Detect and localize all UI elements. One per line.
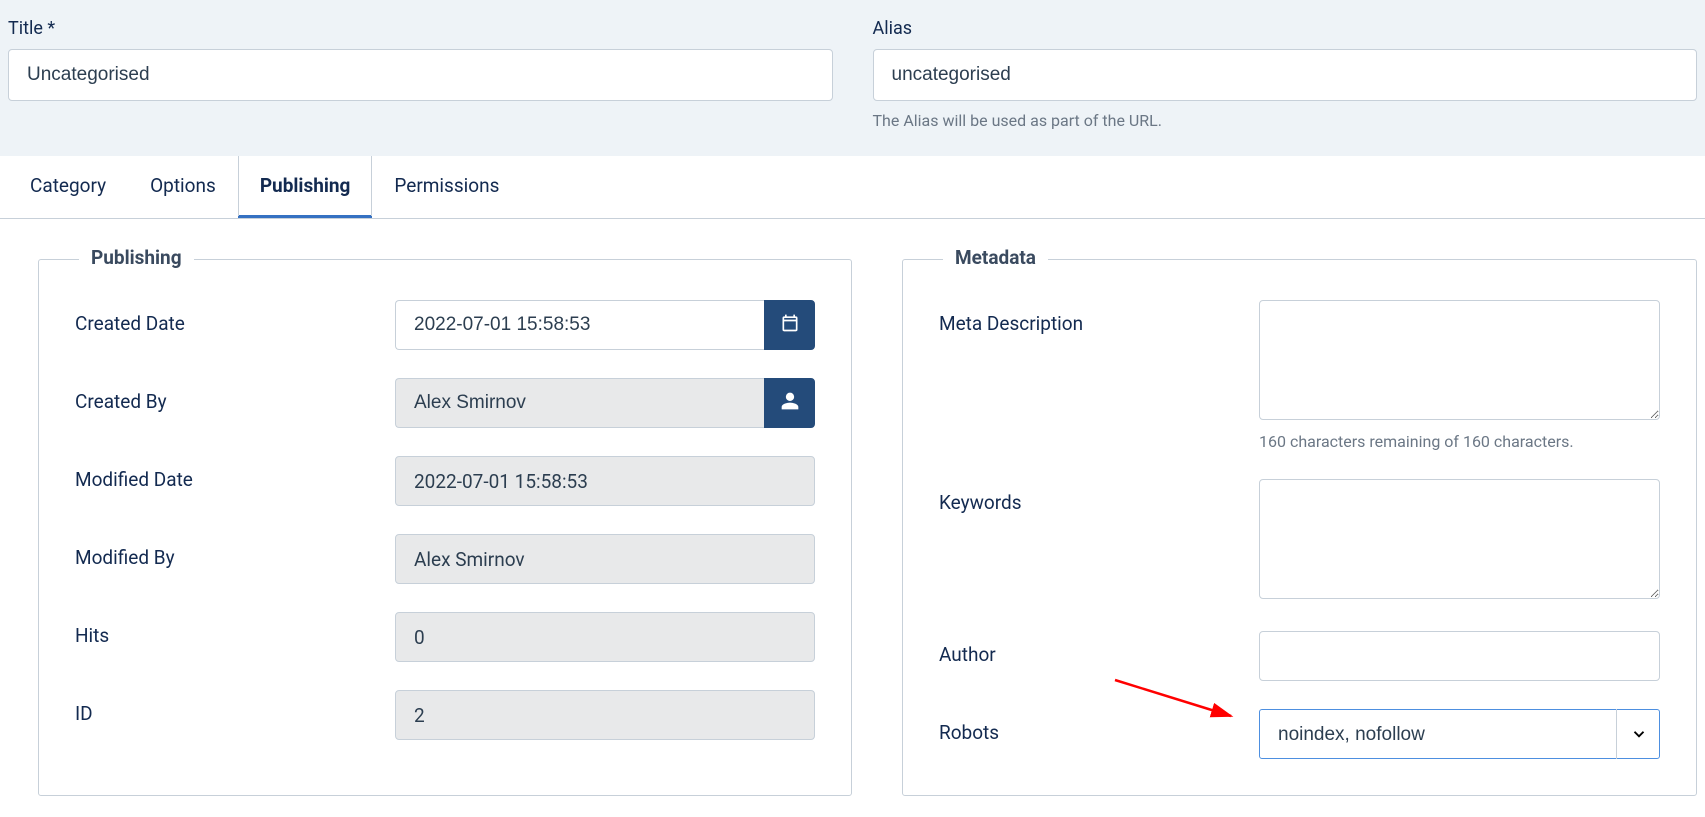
meta-desc-counter: 160 characters remaining of 160 characte… [1259,432,1660,451]
robots-label: Robots [939,709,1259,744]
calendar-button[interactable] [764,300,815,350]
author-input[interactable] [1259,631,1660,681]
tab-publishing[interactable]: Publishing [238,156,373,218]
title-field-group: Title * [8,18,833,130]
keywords-textarea[interactable] [1259,479,1660,599]
publishing-fieldset: Publishing Created Date Created By [38,259,852,796]
created-date-row: Created Date [75,300,815,350]
tabs-bar: Category Options Publishing Permissions [0,156,1705,219]
metadata-fieldset: Metadata Meta Description 160 characters… [902,259,1697,796]
robots-row: Robots noindex, nofollow [939,709,1660,759]
created-by-row: Created By [75,378,815,428]
tab-options[interactable]: Options [128,156,238,218]
user-icon [780,391,800,415]
calendar-icon [780,313,800,337]
title-label: Title * [8,18,833,39]
alias-field-group: Alias The Alias will be used as part of … [873,18,1698,130]
id-row: ID 2 [75,690,815,740]
alias-input[interactable] [873,49,1698,101]
robots-select[interactable]: noindex, nofollow [1259,709,1660,759]
hits-value: 0 [395,612,815,662]
created-by-input [395,378,764,428]
title-input[interactable] [8,49,833,101]
publishing-legend: Publishing [79,246,194,269]
created-date-input[interactable] [395,300,764,350]
alias-help-text: The Alias will be used as part of the UR… [873,111,1698,130]
meta-desc-textarea[interactable] [1259,300,1660,420]
author-label: Author [939,631,1259,666]
modified-by-row: Modified By Alex Smirnov [75,534,815,584]
author-row: Author [939,631,1660,681]
header-fields: Title * Alias The Alias will be used as … [0,0,1705,156]
modified-date-label: Modified Date [75,456,395,491]
hits-row: Hits 0 [75,612,815,662]
created-by-label: Created By [75,378,395,413]
metadata-legend: Metadata [943,246,1048,269]
select-user-button[interactable] [764,378,815,428]
panels-container: Publishing Created Date Created By [0,219,1705,796]
id-value: 2 [395,690,815,740]
modified-by-value: Alex Smirnov [395,534,815,584]
id-label: ID [75,690,395,725]
meta-desc-label: Meta Description [939,300,1259,335]
modified-by-label: Modified By [75,534,395,569]
keywords-label: Keywords [939,479,1259,514]
hits-label: Hits [75,612,395,647]
meta-desc-row: Meta Description 160 characters remainin… [939,300,1660,451]
tab-permissions[interactable]: Permissions [372,156,521,218]
modified-date-row: Modified Date 2022-07-01 15:58:53 [75,456,815,506]
modified-date-value: 2022-07-01 15:58:53 [395,456,815,506]
created-date-label: Created Date [75,300,395,335]
keywords-row: Keywords [939,479,1660,603]
tab-category[interactable]: Category [8,156,128,218]
alias-label: Alias [873,18,1698,39]
